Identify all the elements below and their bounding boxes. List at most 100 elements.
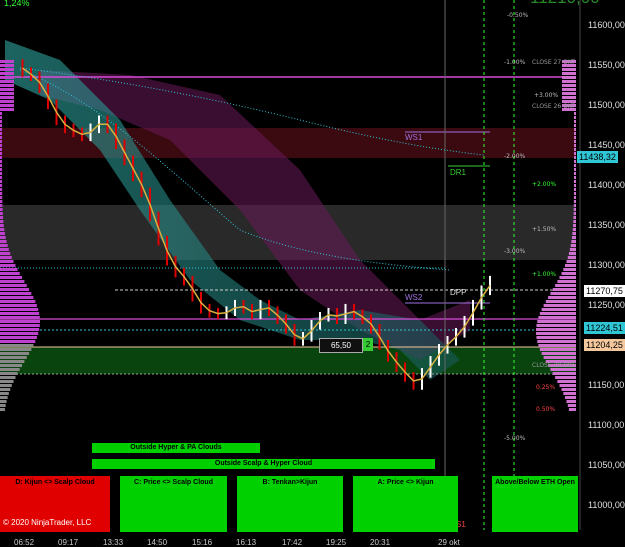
volume-profile-bar bbox=[0, 400, 7, 403]
volume-profile-bar bbox=[573, 212, 576, 215]
volume-profile-bar bbox=[562, 72, 576, 75]
volume-profile-bar bbox=[573, 144, 576, 147]
volume-profile-bar bbox=[0, 152, 3, 155]
panel-price-scalp[interactable]: C: Price <> Scalp Cloud bbox=[120, 476, 227, 532]
volume-profile-bar bbox=[573, 140, 576, 143]
volume-profile-bar bbox=[0, 408, 5, 411]
volume-profile-bar bbox=[0, 88, 15, 91]
volume-profile-bar bbox=[0, 96, 15, 99]
volume-profile-bar bbox=[0, 236, 6, 239]
volume-profile-bar bbox=[573, 176, 576, 179]
ws1-label: WS1 bbox=[405, 133, 423, 142]
volume-profile-bar bbox=[543, 356, 576, 359]
volume-profile-bar bbox=[571, 240, 576, 243]
volume-profile-bar bbox=[0, 76, 14, 79]
volume-profile-bar bbox=[0, 376, 16, 379]
price-axis-label: 11450,00 bbox=[588, 140, 625, 150]
volume-profile-bar bbox=[0, 344, 34, 347]
percent-level-label: -3.00% bbox=[504, 248, 526, 255]
price-axis-label: 11000,00 bbox=[588, 500, 625, 510]
volume-profile-bar bbox=[0, 200, 3, 203]
volume-profile-bar bbox=[541, 352, 576, 355]
last-price-big: 11210,00 bbox=[530, 0, 600, 8]
volume-profile-bar bbox=[0, 340, 36, 343]
volume-profile-bar bbox=[0, 180, 3, 183]
volume-profile-bar bbox=[0, 160, 3, 163]
volume-profile-bar bbox=[0, 120, 3, 123]
volume-profile-bar bbox=[0, 396, 8, 399]
volume-profile-bar bbox=[573, 180, 576, 183]
price-axis-label: 11300,00 bbox=[588, 260, 625, 270]
percent-level-label: CLOSE 28 OKT bbox=[532, 362, 575, 369]
panel-price-kijun[interactable]: A: Price <> Kijun bbox=[353, 476, 458, 532]
ws2-label: WS2 bbox=[405, 293, 423, 302]
volume-profile-bar bbox=[567, 256, 576, 259]
volume-profile-bar bbox=[0, 132, 3, 135]
volume-profile-bar bbox=[573, 152, 576, 155]
percent-level-label: -2.00% bbox=[504, 153, 526, 160]
volume-profile-bar bbox=[548, 296, 576, 299]
volume-profile-bar bbox=[0, 368, 20, 371]
volume-profile-bar bbox=[0, 140, 3, 143]
price-axis-label: 11500,00 bbox=[588, 100, 625, 110]
volume-profile-bar bbox=[0, 312, 40, 315]
volume-profile-bar bbox=[0, 136, 3, 139]
volume-profile-bar bbox=[0, 224, 4, 227]
volume-profile-bar bbox=[0, 336, 37, 339]
volume-profile-bar bbox=[539, 312, 576, 315]
volume-profile-bar bbox=[0, 384, 12, 387]
volume-profile-bar bbox=[569, 248, 576, 251]
volume-profile-bar bbox=[0, 332, 39, 335]
volume-profile-bar bbox=[562, 92, 576, 95]
panel-eth-open[interactable]: Above/Below ETH Open bbox=[492, 476, 578, 532]
volume-profile-bar bbox=[573, 200, 576, 203]
volume-profile-bar bbox=[0, 360, 25, 363]
volume-profile-bar bbox=[573, 124, 576, 127]
volume-profile-bar bbox=[0, 148, 3, 151]
volume-profile-bar bbox=[0, 392, 9, 395]
volume-profile-bar bbox=[573, 164, 576, 167]
volume-profile-bar bbox=[538, 344, 576, 347]
volume-profile-bar bbox=[0, 172, 3, 175]
volume-profile-bar bbox=[557, 380, 576, 383]
volume-profile-bar bbox=[0, 108, 15, 111]
price-tag-cyan: 11438,32 bbox=[577, 151, 618, 163]
outside-scalp-bar: Outside Scalp & Hyper Cloud bbox=[92, 459, 435, 469]
volume-profile-bar bbox=[568, 408, 576, 411]
volume-profile-bar bbox=[0, 84, 14, 87]
panel-tenkan-kijun[interactable]: B: Tenkan>Kijun bbox=[237, 476, 343, 532]
volume-profile-bar bbox=[573, 156, 576, 159]
volume-profile-bar bbox=[0, 264, 16, 267]
volume-profile-bar bbox=[0, 320, 40, 323]
percent-level-label: 0.25% bbox=[536, 384, 556, 391]
zone-green bbox=[0, 347, 576, 374]
volume-profile-bar bbox=[572, 232, 576, 235]
volume-profile-bar bbox=[0, 280, 25, 283]
volume-profile-bar bbox=[561, 272, 576, 275]
volume-profile-bar bbox=[0, 284, 27, 287]
percent-level-label: +2.00% bbox=[532, 181, 557, 188]
volume-profile-bar bbox=[0, 256, 12, 259]
volume-profile-bar bbox=[573, 204, 576, 207]
volume-profile-bar bbox=[541, 308, 576, 311]
volume-profile-bar bbox=[0, 232, 5, 235]
volume-profile-bar bbox=[562, 68, 576, 71]
price-axis-label: 11250,00 bbox=[588, 300, 625, 310]
volume-profile-bar bbox=[573, 132, 576, 135]
percent-level-label: +1.00% bbox=[532, 271, 557, 278]
volume-profile-bar bbox=[562, 84, 576, 87]
volume-profile-bar bbox=[0, 188, 3, 191]
percent-level-label: -1.00% bbox=[504, 59, 526, 66]
volume-profile-bar bbox=[555, 284, 576, 287]
volume-profile-bar bbox=[0, 364, 23, 367]
volume-profile-bar bbox=[0, 116, 3, 119]
volume-profile-bar bbox=[557, 280, 576, 283]
volume-profile-bar bbox=[0, 292, 32, 295]
volume-profile-bar bbox=[559, 276, 576, 279]
volume-profile-bar bbox=[536, 328, 576, 331]
copyright: © 2020 NinjaTrader, LLC bbox=[3, 518, 92, 527]
volume-profile-bar bbox=[550, 292, 576, 295]
volume-profile-bar bbox=[536, 324, 576, 327]
volume-profile-bar bbox=[0, 316, 40, 319]
volume-profile-bar bbox=[0, 288, 30, 291]
